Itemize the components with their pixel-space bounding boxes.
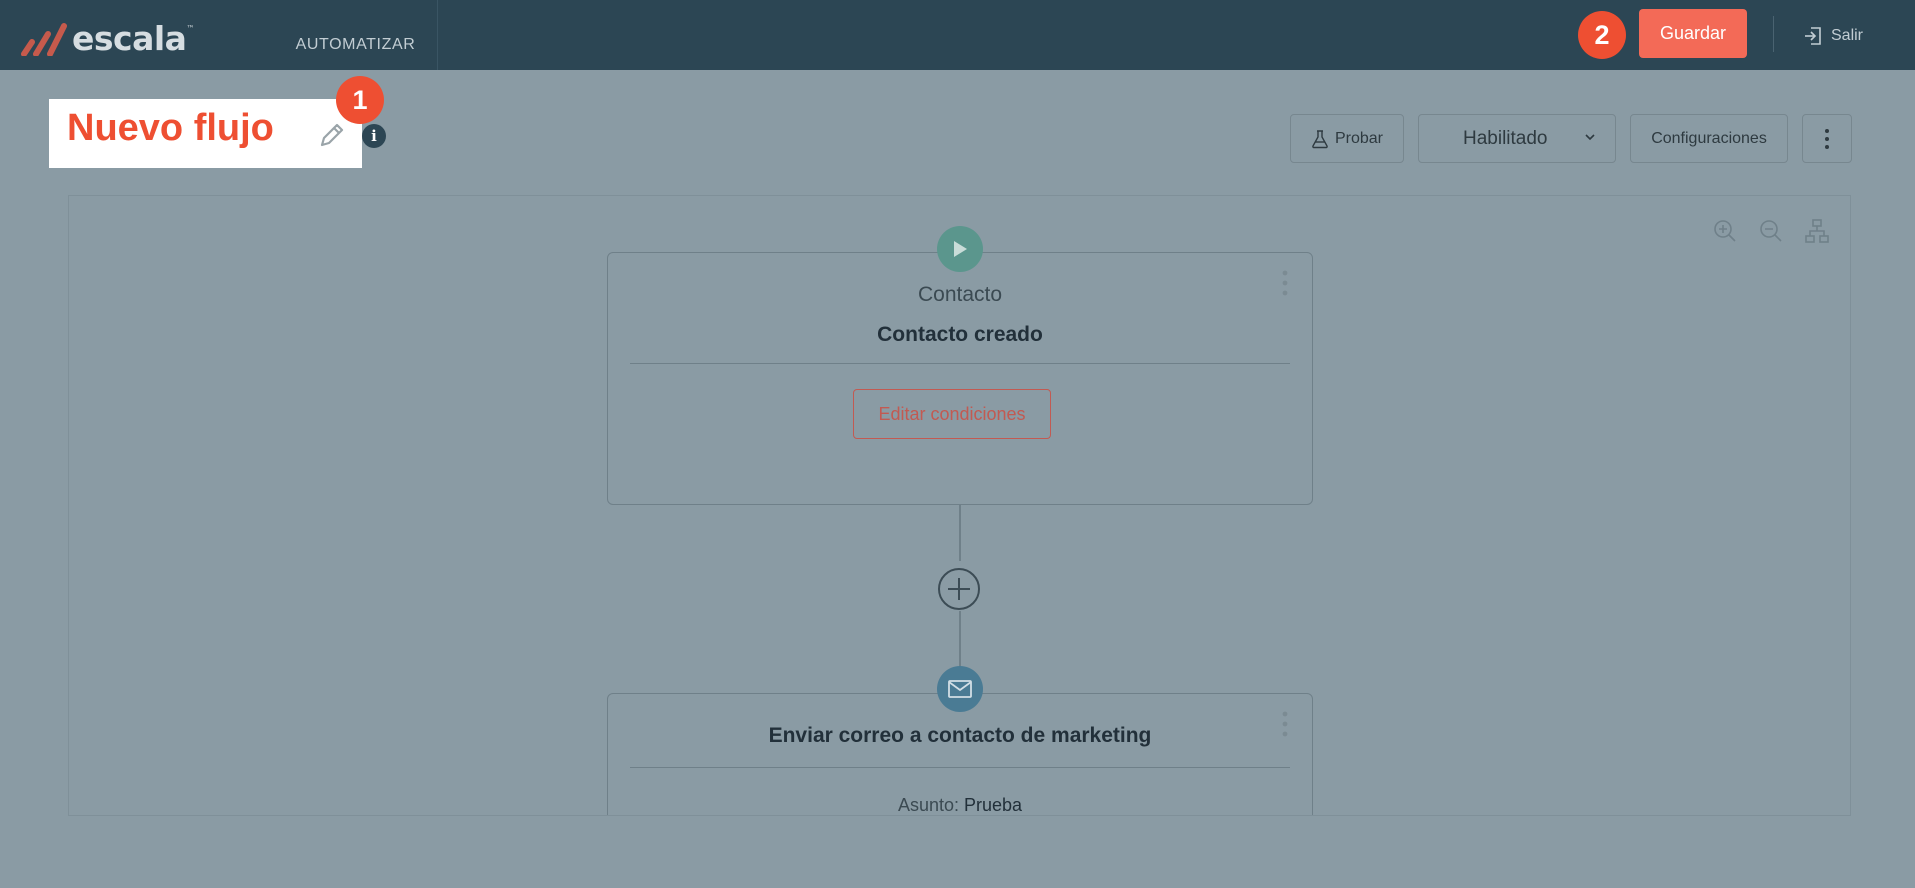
logo-text: escala: [72, 18, 187, 58]
flow-canvas[interactable]: Contacto Contacto creado Editar condicio…: [68, 195, 1851, 816]
flow-title: Nuevo flujo: [67, 107, 274, 149]
connector-line: [959, 505, 961, 561]
step-badge-1: 1: [336, 76, 384, 124]
subject-value: Prueba: [964, 795, 1023, 815]
flow-title-highlight: Nuevo flujo: [49, 99, 362, 168]
pencil-icon[interactable]: [315, 118, 349, 152]
status-value: Habilitado: [1463, 127, 1548, 149]
canvas-tools: [1712, 218, 1830, 244]
logout-label: Salir: [1831, 27, 1864, 44]
add-step-icon[interactable]: [937, 567, 981, 611]
logo-trademark: ™: [186, 24, 195, 33]
save-button[interactable]: Guardar: [1639, 9, 1747, 58]
trigger-node[interactable]: Contacto Contacto creado Editar condicio…: [607, 252, 1313, 505]
step-badge-2: 2: [1578, 11, 1626, 59]
status-select[interactable]: Habilitado: [1418, 114, 1616, 163]
subject-label: Asunto:: [897, 795, 959, 815]
trigger-category: Contacto: [917, 283, 1003, 306]
node-divider: [630, 767, 1290, 768]
nav-item-automatizar[interactable]: AUTOMATIZAR: [274, 0, 438, 70]
mail-icon: [937, 666, 983, 712]
top-navigation-bar: escala ™ AUTOMATIZAR Guardar Salir: [0, 0, 1915, 70]
test-label: Probar: [1334, 129, 1384, 147]
logout-button[interactable]: Salir: [1803, 18, 1863, 54]
auto-layout-icon[interactable]: [1804, 218, 1830, 244]
trigger-title: Contacto creado: [877, 323, 1043, 346]
chevron-down-icon: [1585, 134, 1595, 141]
vertical-dots-icon: [1825, 128, 1829, 149]
logout-icon: [1805, 27, 1821, 45]
topbar-divider: [1773, 16, 1774, 52]
more-options-button[interactable]: [1802, 114, 1852, 163]
play-icon: [937, 226, 983, 272]
connector-line: [959, 611, 961, 667]
email-subject: Asunto: Prueba: [608, 795, 1312, 815]
action-title: Enviar correo a contacto de marketing: [768, 724, 1152, 747]
settings-button[interactable]: Configuraciones: [1630, 114, 1788, 163]
flask-icon: [1312, 129, 1328, 148]
logo-slashes-icon: [21, 23, 67, 56]
zoom-out-icon[interactable]: [1758, 218, 1784, 244]
escala-logo[interactable]: escala ™: [20, 18, 200, 58]
test-button[interactable]: Probar: [1290, 114, 1404, 163]
node-divider: [630, 363, 1290, 364]
edit-conditions-button[interactable]: Editar condiciones: [853, 389, 1051, 439]
info-icon[interactable]: i: [362, 124, 386, 148]
zoom-in-icon[interactable]: [1712, 218, 1738, 244]
